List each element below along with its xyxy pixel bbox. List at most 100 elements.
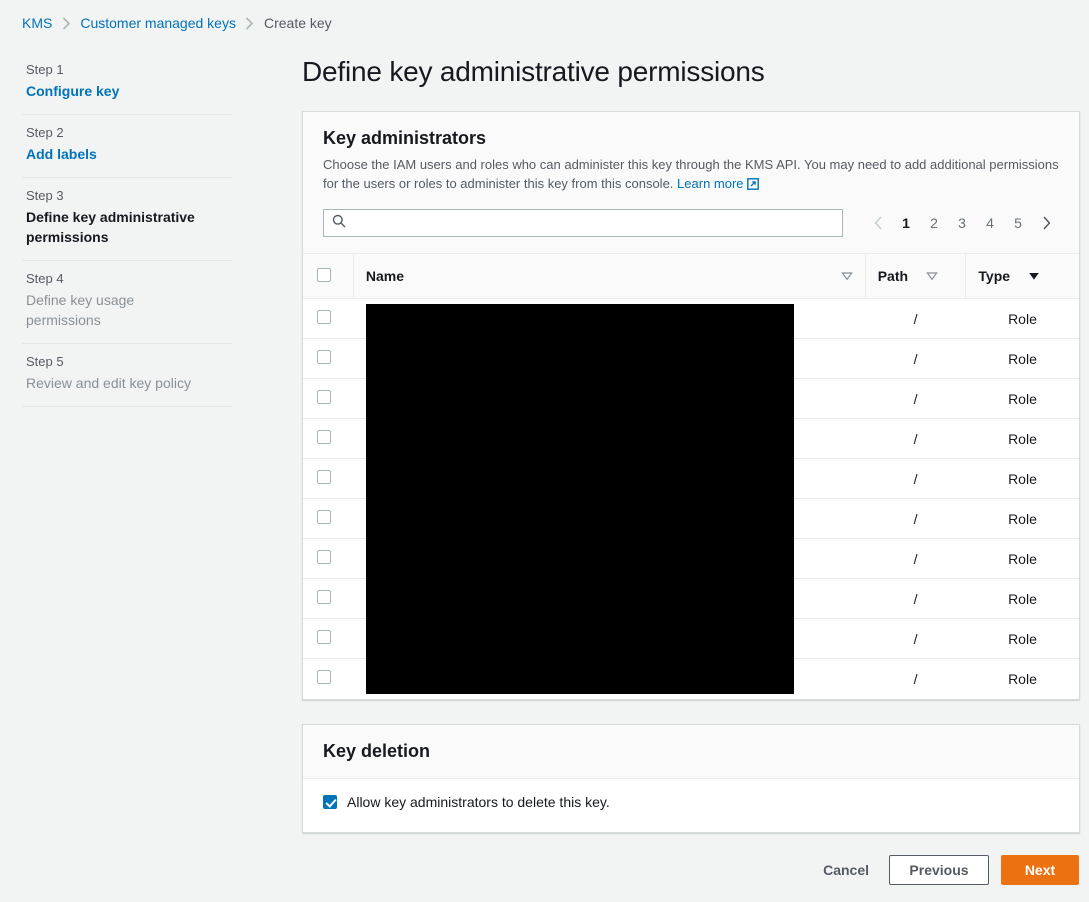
pagination-page-3[interactable]: 3 (949, 210, 975, 236)
table-cell-path: / (865, 538, 966, 579)
table-cell-path: / (865, 498, 966, 539)
row-checkbox[interactable] (317, 670, 331, 685)
sidebar-step-2-number: Step 2 (26, 125, 64, 140)
sidebar-step-3-title: Define key administrative permissions (26, 209, 195, 245)
key-deletion-title: Key deletion (323, 740, 431, 761)
table-cell-path: / (913, 670, 918, 687)
sidebar-step-1[interactable]: Step 1 Configure key (22, 52, 232, 115)
row-checkbox[interactable] (317, 550, 331, 564)
row-checkbox[interactable] (317, 390, 331, 404)
sidebar-step-4-title: Define key usage permissions (26, 292, 135, 328)
sort-caret-solid-icon-type[interactable] (1028, 268, 1040, 284)
table-tools: 1 2 3 4 5 (323, 209, 1059, 237)
table-row-checkbox-cell (303, 298, 354, 339)
table-cell-path: / (865, 618, 966, 659)
row-checkbox[interactable] (317, 430, 331, 444)
table-header-path-label: Path (877, 268, 909, 284)
select-all-checkbox[interactable] (317, 267, 331, 282)
allow-delete-checkbox[interactable] (323, 794, 337, 809)
page-title: Define key administrative permissions (302, 56, 765, 87)
table-cell-type: Role (965, 498, 1079, 539)
key-deletion-header: Key deletion (303, 724, 1079, 779)
table-header-name[interactable]: Name (352, 254, 866, 299)
redacted-name-column-overlay (366, 304, 794, 694)
pagination-page-1[interactable]: 1 (893, 210, 919, 236)
pagination-page-4[interactable]: 4 (977, 210, 1003, 236)
table-header-select-all (303, 254, 354, 299)
table-header: Name Path Type (303, 254, 1079, 299)
pagination-page-5[interactable]: 5 (1005, 210, 1031, 236)
table-row-checkbox-cell (303, 659, 353, 699)
table-header-type[interactable]: Type (965, 254, 1079, 299)
wizard-footer: Cancel Previous Next (302, 833, 1080, 885)
table-row-checkbox-cell (303, 338, 354, 379)
table-cell-type: Role (965, 338, 1079, 379)
key-administrators-description: Choose the IAM users and roles who can a… (323, 155, 1059, 195)
breadcrumb-item-create-key: Create key (263, 15, 332, 31)
sidebar-step-5-title: Review and edit key policy (26, 375, 191, 391)
table-cell-type: Role (965, 618, 1079, 659)
row-checkbox[interactable] (317, 590, 331, 604)
table-cell-path: / (865, 298, 966, 339)
search-input[interactable] (346, 210, 834, 236)
sidebar-step-1-number: Step 1 (26, 62, 64, 77)
sidebar-step-4: Step 4 Define key usage permissions (22, 261, 232, 344)
breadcrumb: KMS Customer managed keys Create key (0, 0, 1089, 46)
next-button[interactable]: Next (1001, 854, 1079, 885)
table-cell-path: / (865, 458, 966, 499)
table-header-row: Name Path Type (303, 254, 1079, 299)
key-administrators-header: Key administrators Choose the IAM users … (303, 112, 1079, 254)
pagination: 1 2 3 4 5 (865, 210, 1059, 236)
sidebar-step-1-title[interactable]: Configure key (26, 81, 208, 101)
row-checkbox[interactable] (317, 310, 331, 324)
sidebar-step-5: Step 5 Review and edit key policy (22, 344, 232, 407)
sort-caret-hollow-icon-name[interactable] (840, 268, 853, 284)
pagination-prev-chevron-left-icon[interactable] (865, 210, 891, 236)
table-row-checkbox-cell (303, 578, 354, 619)
table-header-name-label: Name (365, 268, 404, 284)
table-row-checkbox-cell (303, 618, 354, 659)
table-row-checkbox-cell (303, 378, 354, 419)
table-row-checkbox-cell (303, 538, 354, 579)
sidebar-step-2-title[interactable]: Add labels (26, 144, 208, 164)
table-cell-type: Role (965, 298, 1079, 339)
table-cell-type: Role (965, 538, 1079, 579)
key-deletion-card: Key deletion Allow key administrators to… (302, 723, 1080, 833)
previous-button[interactable]: Previous (889, 854, 989, 885)
sort-caret-hollow-icon-path[interactable] (926, 268, 938, 284)
pagination-page-2[interactable]: 2 (921, 210, 947, 236)
table-cell-path: / (865, 378, 966, 419)
breadcrumb-separator-icon (52, 15, 80, 32)
search-box[interactable] (323, 209, 843, 237)
table-row-checkbox-cell (303, 418, 354, 459)
sidebar-step-3-number: Step 3 (26, 188, 64, 203)
row-checkbox[interactable] (317, 470, 331, 484)
learn-more-link[interactable]: Learn more (677, 176, 743, 191)
row-checkbox[interactable] (317, 630, 331, 644)
table-cell-path: / (865, 578, 966, 619)
breadcrumb-separator-icon-2 (236, 15, 264, 32)
key-administrators-title: Key administrators (323, 128, 487, 148)
sidebar-step-2[interactable]: Step 2 Add labels (22, 115, 232, 178)
table-row-checkbox-cell (303, 458, 354, 499)
allow-delete-label: Allow key administrators to delete this … (347, 793, 610, 810)
breadcrumb-item-customer-managed-keys[interactable]: Customer managed keys (80, 15, 236, 31)
table-header-path[interactable]: Path (864, 254, 966, 299)
table-cell-type: Role (965, 578, 1079, 619)
row-checkbox[interactable] (317, 350, 331, 364)
table-header-type-label: Type (978, 268, 1011, 284)
search-icon (332, 214, 346, 233)
sidebar-step-5-number: Step 5 (26, 354, 64, 369)
breadcrumb-item-kms[interactable]: KMS (22, 15, 52, 31)
table-cell-path: / (865, 418, 966, 459)
key-deletion-body: Allow key administrators to delete this … (303, 779, 1079, 832)
sidebar-step-3: Step 3 Define key administrative permiss… (22, 178, 232, 261)
wizard-steps-sidebar: Step 1 Configure key Step 2 Add labels S… (0, 46, 232, 407)
row-checkbox[interactable] (317, 510, 331, 524)
pagination-next-chevron-right-icon[interactable] (1033, 210, 1059, 236)
external-link-icon[interactable] (746, 176, 759, 195)
table-cell-type: Role (965, 458, 1079, 499)
table-row-checkbox-cell (303, 498, 354, 539)
cancel-button[interactable]: Cancel (815, 855, 877, 885)
